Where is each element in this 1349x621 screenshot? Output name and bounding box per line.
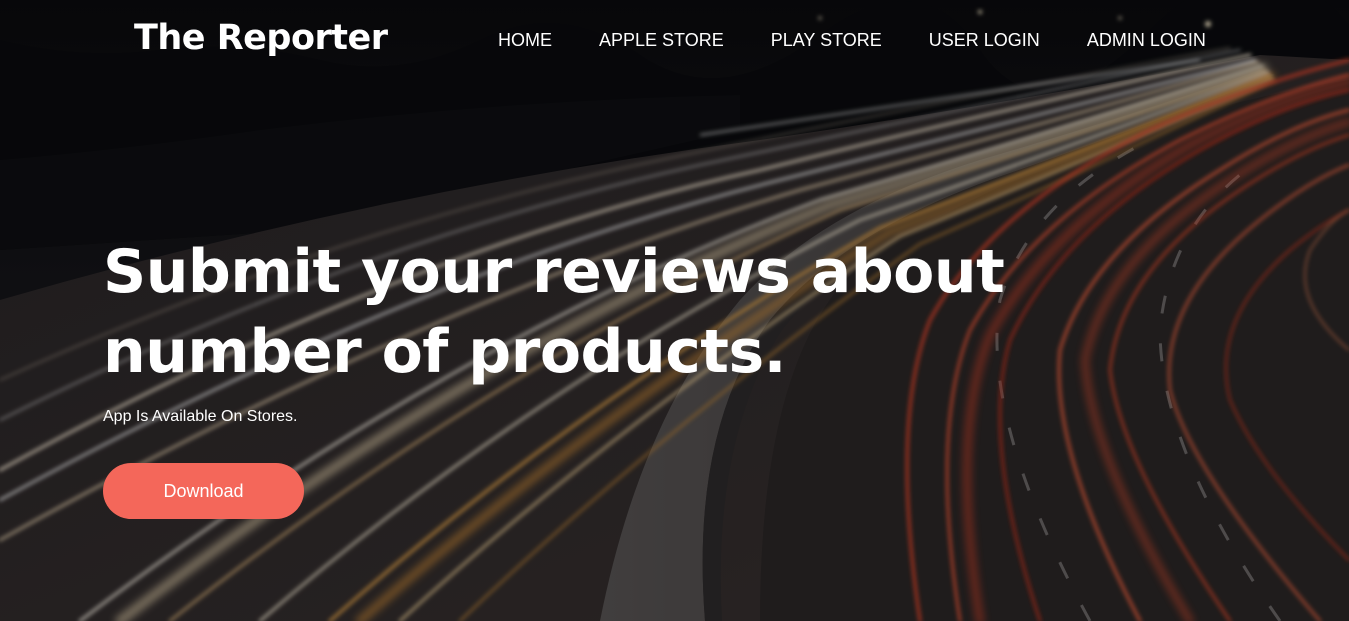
nav-link-home[interactable]: HOME: [498, 30, 552, 51]
nav-item-play-store: PLAY STORE: [771, 30, 882, 51]
main-nav: HOME APPLE STORE PLAY STORE USER LOGIN A…: [498, 30, 1206, 51]
nav-item-home: HOME: [498, 30, 552, 51]
nav-link-user-login[interactable]: USER LOGIN: [929, 30, 1040, 51]
download-button[interactable]: Download: [103, 463, 304, 519]
hero-headline: Submit your reviews about number of prod…: [103, 237, 1005, 387]
nav-item-admin-login: ADMIN LOGIN: [1087, 30, 1206, 51]
nav-link-admin-login[interactable]: ADMIN LOGIN: [1087, 30, 1206, 51]
nav-item-apple-store: APPLE STORE: [599, 30, 724, 51]
nav-link-apple-store[interactable]: APPLE STORE: [599, 30, 724, 51]
hero-subtitle: App Is Available On Stores.: [103, 408, 298, 425]
nav-item-user-login: USER LOGIN: [929, 30, 1040, 51]
top-navbar: The Reporter HOME APPLE STORE PLAY STORE…: [0, 0, 1349, 84]
hero-section: The Reporter HOME APPLE STORE PLAY STORE…: [0, 0, 1349, 621]
brand-logo-link[interactable]: The Reporter: [134, 18, 388, 58]
nav-link-play-store[interactable]: PLAY STORE: [771, 30, 882, 51]
